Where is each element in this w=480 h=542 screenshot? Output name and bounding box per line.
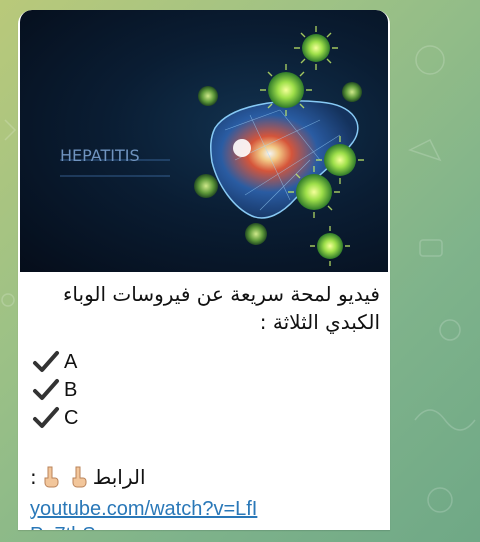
option-c: C (30, 404, 380, 432)
link-label: الرابط (92, 465, 146, 489)
option-label: C (64, 406, 79, 429)
check-icon (33, 351, 59, 372)
image-overlay-text: HEPATITIS (60, 146, 140, 165)
option-b: B (30, 376, 380, 404)
message-image[interactable]: HEPATITIS (20, 10, 388, 272)
option-label: B (64, 378, 78, 401)
liver-virus-illustration: HEPATITIS (60, 26, 364, 266)
youtube-link[interactable]: youtube.com/watch?v=LfIPo7thSzw (30, 496, 270, 530)
link-label-colon: : (30, 465, 37, 489)
option-label: A (64, 350, 78, 373)
option-a: A (30, 348, 380, 376)
message-caption: فيديو لمحة سريعة عن فيروسات الوباء الكبد… (30, 280, 380, 530)
check-icon (33, 407, 59, 428)
link-label-row: الرابط : (30, 462, 380, 492)
options-list: A B C (30, 348, 380, 432)
caption-title: فيديو لمحة سريعة عن فيروسات الوباء الكبد… (63, 282, 380, 334)
pointing-down-hand-icon (72, 466, 87, 488)
pointing-down-hand-icon (44, 466, 59, 488)
check-icon (33, 379, 59, 400)
message-bubble[interactable]: HEPATITIS فيديو لمحة سريعة عن فيروسات ال… (18, 10, 390, 530)
